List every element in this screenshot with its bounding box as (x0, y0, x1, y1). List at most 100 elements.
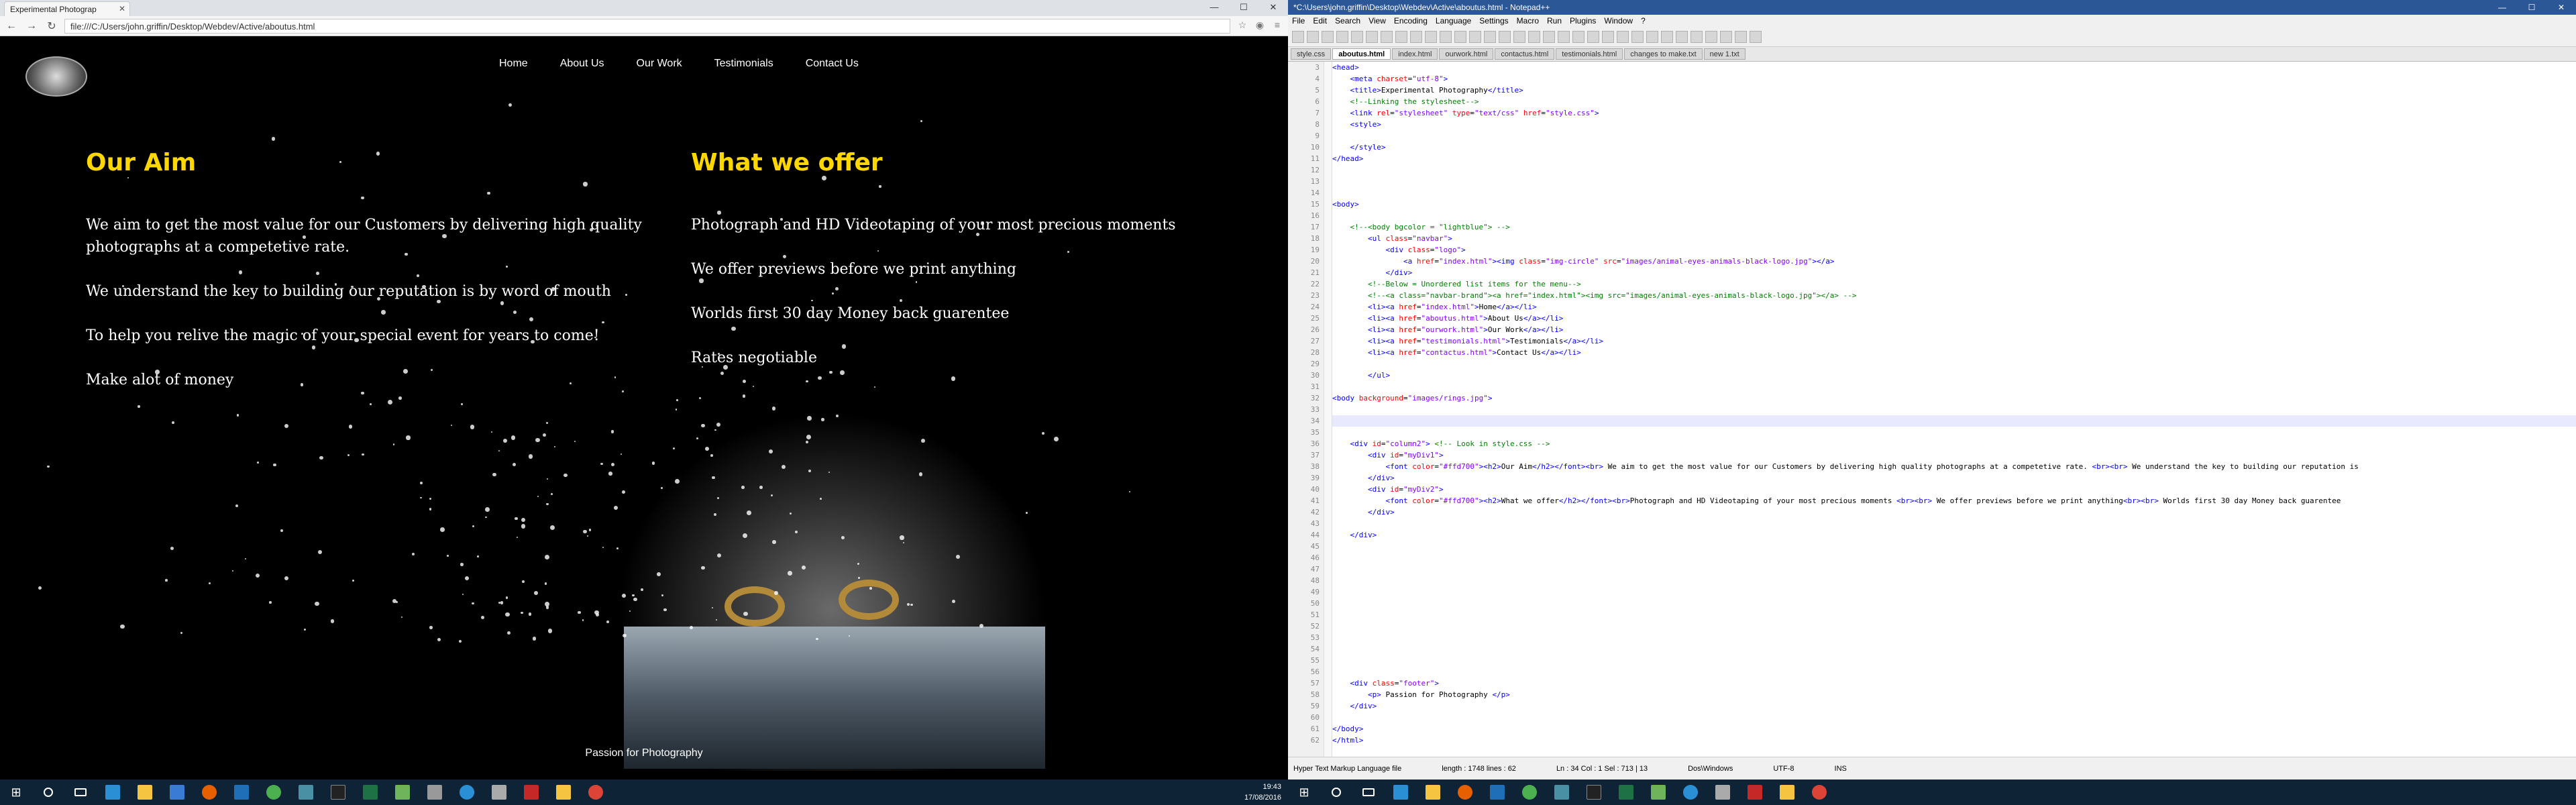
nav-our-work[interactable]: Our Work (621, 52, 698, 75)
code-line[interactable] (1332, 621, 2576, 632)
code-line[interactable]: </div> (1332, 529, 2576, 541)
app-icon[interactable] (1707, 780, 1739, 805)
fold-margin[interactable] (1324, 62, 1332, 757)
star-icon[interactable]: ☆ (1236, 19, 1249, 33)
code-line[interactable]: <!--<a class="navbar-brand"><a href="ind… (1332, 290, 2576, 301)
search-icon[interactable] (1320, 780, 1352, 805)
code-line[interactable]: <font color="#ffd700"><h2>What we offer<… (1332, 495, 2576, 506)
code-line[interactable]: </ul> (1332, 370, 2576, 381)
menu-item[interactable]: File (1292, 16, 1305, 27)
code-line[interactable]: <!--Linking the stylesheet--> (1332, 96, 2576, 107)
acrobat-icon[interactable] (515, 780, 547, 805)
code-line[interactable] (1332, 609, 2576, 621)
close-window-icon[interactable]: ✕ (1258, 0, 1288, 15)
code-line[interactable] (1332, 518, 2576, 529)
file-tab[interactable]: aboutus.html (1332, 48, 1391, 60)
toolbar-button-icon[interactable] (1351, 31, 1363, 43)
code-line[interactable]: </body> (1332, 723, 2576, 735)
toolbar-button-icon[interactable] (1690, 31, 1703, 43)
code-line[interactable] (1332, 358, 2576, 370)
app-icon[interactable] (483, 780, 515, 805)
code-line[interactable]: <body> (1332, 199, 2576, 210)
code-line[interactable] (1332, 666, 2576, 678)
explorer-icon[interactable] (1417, 780, 1449, 805)
start-icon[interactable]: ⊞ (1288, 780, 1320, 805)
taskview-icon[interactable] (64, 780, 97, 805)
store-icon[interactable] (161, 780, 193, 805)
toolbar-button-icon[interactable] (1631, 31, 1644, 43)
file-tab[interactable]: new 1.txt (1703, 48, 1746, 60)
code-line[interactable]: <!--<body bgcolor = "lightblue"> --> (1332, 221, 2576, 233)
code-editor[interactable]: 3 4 5 6 7 8 9 10 11 12 13 14 15 16 17 18 19 20 21 22 23 24 25 2… (1288, 62, 2576, 757)
mail-icon[interactable] (225, 780, 258, 805)
chrome-icon[interactable] (258, 780, 290, 805)
firefox-icon[interactable] (1449, 780, 1481, 805)
file-tab[interactable]: changes to make.txt (1624, 48, 1703, 60)
code-line[interactable]: </div> (1332, 506, 2576, 518)
menu-item[interactable]: Encoding (1394, 16, 1428, 27)
code-line[interactable]: <a href="index.html"><img class="img-cir… (1332, 256, 2576, 267)
chrome-icon[interactable] (1803, 780, 1835, 805)
extension-icon[interactable]: ◉ (1253, 19, 1267, 33)
maximize-icon[interactable]: ☐ (2517, 0, 2546, 15)
app-icon[interactable] (290, 780, 322, 805)
toolbar-button-icon[interactable] (1617, 31, 1629, 43)
code-line[interactable]: <head> (1332, 62, 2576, 73)
toolbar-button-icon[interactable] (1676, 31, 1688, 43)
menu-item[interactable]: Run (1547, 16, 1562, 27)
menu-item[interactable]: View (1368, 16, 1386, 27)
code-line[interactable]: <li><a href="ourwork.html">Our Work</a><… (1332, 324, 2576, 335)
code-area[interactable]: <head> <meta charset="utf-8"> <title>Exp… (1332, 62, 2576, 757)
toolbar-button-icon[interactable] (1558, 31, 1570, 43)
taskview-icon[interactable] (1352, 780, 1385, 805)
file-tab[interactable]: ourwork.html (1439, 48, 1494, 60)
code-line[interactable]: <div class="footer"> (1332, 678, 2576, 689)
code-line[interactable] (1332, 187, 2576, 199)
code-line[interactable]: </div> (1332, 472, 2576, 484)
close-window-icon[interactable]: ✕ (2546, 0, 2576, 15)
toolbar-button-icon[interactable] (1292, 31, 1304, 43)
folder-icon[interactable] (1771, 780, 1803, 805)
menu-item[interactable]: Language (1436, 16, 1471, 27)
notepad-icon[interactable] (1642, 780, 1674, 805)
ie-icon[interactable] (451, 780, 483, 805)
app-icon[interactable] (419, 780, 451, 805)
ie-icon[interactable] (1674, 780, 1707, 805)
code-line[interactable] (1332, 130, 2576, 142)
code-line[interactable]: <meta charset="utf-8"> (1332, 73, 2576, 85)
code-line[interactable] (1332, 552, 2576, 564)
edge-icon[interactable] (1385, 780, 1417, 805)
menu-item[interactable]: Macro (1517, 16, 1539, 27)
code-line[interactable] (1332, 712, 2576, 723)
nav-contact-us[interactable]: Contact Us (790, 52, 875, 75)
start-icon[interactable]: ⊞ (0, 780, 32, 805)
chrome-icon[interactable] (580, 780, 612, 805)
code-line[interactable] (1332, 427, 2576, 438)
toolbar-button-icon[interactable] (1410, 31, 1422, 43)
code-line[interactable]: <style> (1332, 119, 2576, 130)
toolbar-button-icon[interactable] (1750, 31, 1762, 43)
toolbar-button-icon[interactable] (1469, 31, 1481, 43)
code-line[interactable]: <li><a href="testimonials.html">Testimon… (1332, 335, 2576, 347)
edge-icon[interactable] (97, 780, 129, 805)
folder-icon[interactable] (547, 780, 580, 805)
toolbar-button-icon[interactable] (1543, 31, 1555, 43)
toolbar-button-icon[interactable] (1646, 31, 1658, 43)
code-line[interactable] (1332, 655, 2576, 666)
code-line[interactable]: <ul class="navbar"> (1332, 233, 2576, 244)
excel-icon[interactable] (354, 780, 386, 805)
nav-about-us[interactable]: About Us (544, 52, 621, 75)
toolbar-button-icon[interactable] (1720, 31, 1732, 43)
code-line[interactable]: <li><a href="aboutus.html">About Us</a><… (1332, 313, 2576, 324)
code-line[interactable] (1332, 210, 2576, 221)
toolbar-button-icon[interactable] (1705, 31, 1717, 43)
toolbar-button-icon[interactable] (1735, 31, 1747, 43)
notepad-icon[interactable] (386, 780, 419, 805)
toolbar-button-icon[interactable] (1572, 31, 1585, 43)
code-line[interactable] (1332, 404, 2576, 415)
code-line[interactable] (1332, 586, 2576, 598)
code-line[interactable]: </div> (1332, 267, 2576, 278)
toolbar-button-icon[interactable] (1513, 31, 1525, 43)
chrome-icon[interactable] (1513, 780, 1546, 805)
menu-icon[interactable]: ≡ (1271, 19, 1284, 33)
